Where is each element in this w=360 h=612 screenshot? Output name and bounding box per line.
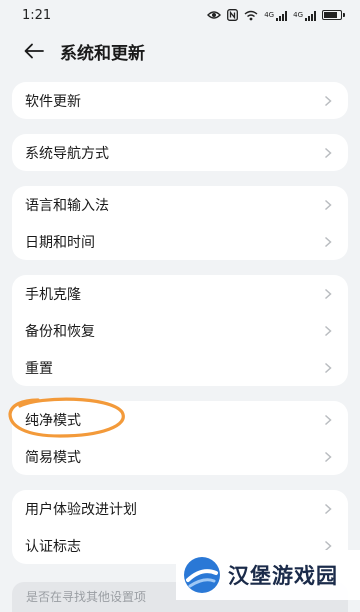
menu-item-pure-mode[interactable]: 纯净模式 [12, 401, 348, 438]
watermark-logo-icon [184, 557, 220, 593]
menu-item-system-navigation[interactable]: 系统导航方式 [12, 134, 348, 171]
menu-item-date-time[interactable]: 日期和时间 [12, 223, 348, 260]
menu-item-label: 语言和输入法 [25, 197, 109, 214]
chevron-right-icon [324, 325, 332, 336]
arrow-left-icon [24, 43, 44, 59]
menu-item-software-update[interactable]: 软件更新 [12, 82, 348, 119]
menu-item-label: 用户体验改进计划 [25, 501, 137, 518]
settings-group: 纯净模式 简易模式 [12, 401, 348, 475]
chevron-right-icon [324, 362, 332, 373]
signal-icon: 4G [293, 10, 316, 21]
menu-item-phone-clone[interactable]: 手机克隆 [12, 275, 348, 312]
menu-item-label: 重置 [25, 360, 53, 377]
menu-item-language-input[interactable]: 语言和输入法 [12, 186, 348, 223]
chevron-right-icon [324, 147, 332, 158]
eye-icon [207, 11, 222, 19]
watermark: 汉堡游戏园 [176, 550, 360, 600]
settings-group: 系统导航方式 [12, 134, 348, 171]
signal-icon: 4G [264, 10, 288, 21]
menu-item-simple-mode[interactable]: 简易模式 [12, 438, 348, 475]
status-bar: 1:21 4G 4G [0, 0, 360, 30]
settings-group: 语言和输入法 日期和时间 [12, 186, 348, 260]
page-title: 系统和更新 [60, 43, 145, 64]
settings-group: 手机克隆 备份和恢复 重置 [12, 275, 348, 386]
app-header: 系统和更新 [0, 30, 360, 72]
chevron-right-icon [324, 414, 332, 425]
watermark-text: 汉堡游戏园 [228, 564, 338, 588]
menu-item-label: 纯净模式 [25, 412, 81, 429]
menu-item-label: 手机克隆 [25, 286, 81, 303]
wifi-icon [244, 10, 258, 20]
chevron-right-icon [324, 95, 332, 106]
settings-group: 软件更新 [12, 82, 348, 119]
battery-icon [322, 10, 345, 20]
menu-item-reset[interactable]: 重置 [12, 349, 348, 386]
menu-item-backup-restore[interactable]: 备份和恢复 [12, 312, 348, 349]
back-button[interactable] [18, 35, 50, 67]
menu-item-label: 认证标志 [25, 538, 81, 555]
menu-item-label: 日期和时间 [25, 234, 95, 251]
menu-item-label: 备份和恢复 [25, 323, 95, 340]
menu-item-label: 简易模式 [25, 449, 81, 466]
menu-item-label: 系统导航方式 [25, 145, 109, 162]
status-icons: 4G 4G [207, 9, 345, 21]
menu-item-label: 软件更新 [25, 93, 81, 110]
chevron-right-icon [324, 451, 332, 462]
chevron-right-icon [324, 199, 332, 210]
nfc-icon [227, 9, 239, 21]
chevron-right-icon [324, 236, 332, 247]
menu-item-user-experience[interactable]: 用户体验改进计划 [12, 490, 348, 527]
status-time: 1:21 [22, 7, 52, 23]
chevron-right-icon [324, 288, 332, 299]
chevron-right-icon [324, 503, 332, 514]
